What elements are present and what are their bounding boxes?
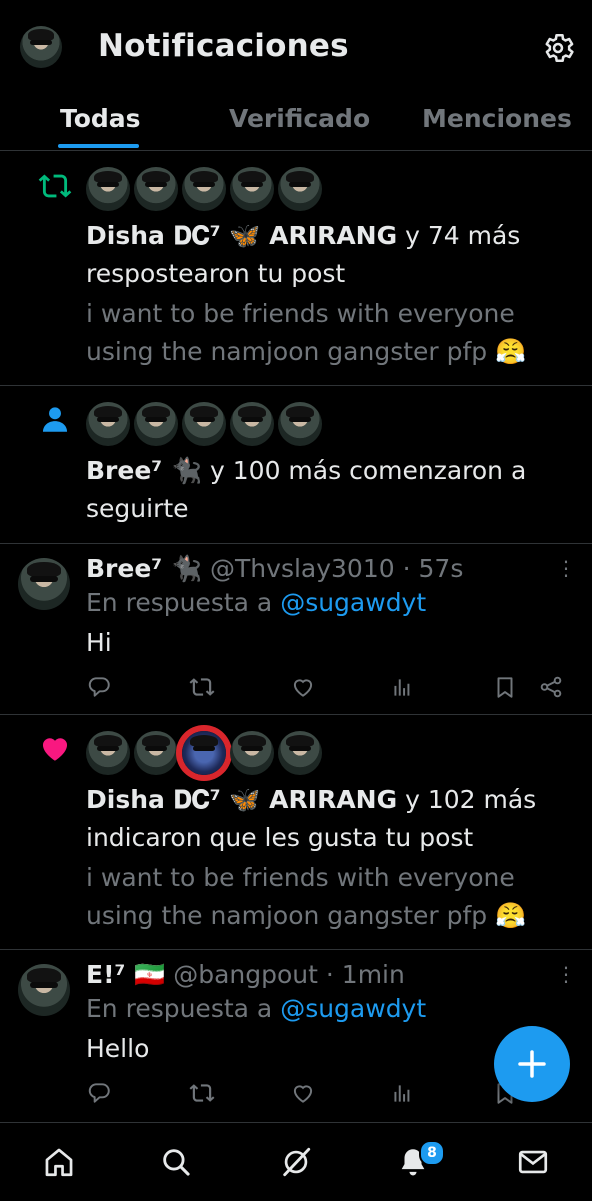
avatar[interactable] [182, 731, 226, 775]
tab-verificado[interactable]: Verificado [229, 104, 370, 133]
reply-post[interactable]: Bree⁷ 🐈‍⬛ @Thvslay3010 · 57s ⋮ En respue… [0, 544, 592, 715]
post-body: Hello [86, 1034, 150, 1063]
avatar[interactable] [134, 731, 178, 775]
author-handle[interactable]: @bangpout [173, 960, 318, 989]
avatar[interactable] [134, 167, 178, 211]
heart-icon [42, 738, 68, 761]
avatar[interactable] [278, 731, 322, 775]
others-count: y 102 más [397, 785, 537, 814]
avatar[interactable] [230, 167, 274, 211]
avatar[interactable] [230, 731, 274, 775]
notification-like[interactable]: Disha 𝐃𝐂⁷ 🦋 ARIRANG y 102 más indicaron … [0, 715, 592, 950]
avatar-row [86, 402, 326, 446]
mention-link[interactable]: @sugawdyt [280, 588, 426, 617]
views-icon[interactable] [390, 1080, 416, 1106]
home-icon[interactable] [42, 1145, 76, 1179]
reply-context: En respuesta a @sugawdyt [86, 994, 426, 1023]
reply-context: En respuesta a @sugawdyt [86, 588, 426, 617]
tab-todas[interactable]: Todas [60, 104, 141, 133]
post-preview[interactable]: i want to be friends with everyone using… [86, 295, 566, 371]
repost-icon[interactable] [189, 674, 215, 700]
action-text: respostearon tu post [86, 259, 346, 288]
avatar[interactable] [134, 402, 178, 446]
avatar-row [86, 167, 326, 211]
profile-avatar[interactable] [20, 26, 62, 68]
views-icon[interactable] [390, 674, 416, 700]
grok-icon[interactable] [279, 1145, 313, 1179]
avatar[interactable] [230, 402, 274, 446]
avatar[interactable] [278, 167, 322, 211]
notification-follow[interactable]: Bree⁷ 🐈‍⬛ y 100 más comenzaron a seguirt… [0, 386, 592, 544]
active-tab-indicator [58, 144, 139, 148]
reply-prefix: En respuesta a [86, 588, 281, 617]
user-names[interactable]: Disha 𝐃𝐂⁷ 🦋 ARIRANG [86, 221, 397, 250]
post-header: Bree⁷ 🐈‍⬛ @Thvslay3010 · 57s [86, 554, 463, 584]
person-icon [42, 407, 68, 432]
share-icon[interactable] [538, 674, 564, 700]
settings-gear-icon[interactable] [540, 30, 576, 66]
more-options-icon[interactable]: ⋮ [556, 556, 576, 580]
avatar[interactable] [86, 167, 130, 211]
mention-link[interactable]: @sugawdyt [280, 994, 426, 1023]
author-name[interactable]: Bree⁷ 🐈‍⬛ [86, 554, 202, 583]
post-header: E!⁷ 🇮🇷 @bangpout · 1min [86, 960, 405, 990]
repost-icon[interactable] [189, 1080, 215, 1106]
author-avatar[interactable] [18, 558, 70, 610]
top-bar: Notificaciones [0, 0, 592, 100]
user-names[interactable]: Bree⁷ 🐈‍⬛ [86, 456, 202, 485]
tab-menciones[interactable]: Menciones [422, 104, 572, 133]
reply-icon[interactable] [86, 674, 112, 700]
others-count: y 74 más [397, 221, 521, 250]
more-options-icon[interactable]: ⋮ [556, 962, 576, 986]
user-names[interactable]: Disha 𝐃𝐂⁷ 🦋 ARIRANG [86, 785, 397, 814]
author-avatar[interactable] [18, 964, 70, 1016]
reply-icon[interactable] [86, 1080, 112, 1106]
post-time: · 1min [325, 960, 405, 989]
action-text: indicaron que les gusta tu post [86, 823, 474, 852]
notification-text: Disha 𝐃𝐂⁷ 🦋 ARIRANG y 102 más indicaron … [86, 781, 566, 857]
like-icon[interactable] [290, 674, 316, 700]
plus-icon [518, 1050, 546, 1078]
notification-text: Disha 𝐃𝐂⁷ 🦋 ARIRANG y 74 más respostearo… [86, 217, 566, 293]
avatar[interactable] [182, 402, 226, 446]
repost-icon [38, 174, 72, 198]
bookmark-icon[interactable] [492, 674, 518, 700]
mail-icon[interactable] [516, 1145, 550, 1179]
avatar[interactable] [278, 402, 322, 446]
like-icon[interactable] [290, 1080, 316, 1106]
avatar[interactable] [86, 402, 130, 446]
search-icon[interactable] [159, 1145, 193, 1179]
post-body: Hi [86, 628, 112, 657]
notification-count-badge: 8 [419, 1140, 445, 1166]
post-preview[interactable]: i want to be friends with everyone using… [86, 859, 566, 935]
avatar[interactable] [182, 167, 226, 211]
page-title: Notificaciones [98, 28, 349, 64]
notification-repost[interactable]: Disha 𝐃𝐂⁷ 🦋 ARIRANG y 74 más respostearo… [0, 151, 592, 386]
bottom-navigation [0, 1122, 592, 1201]
reply-prefix: En respuesta a [86, 994, 281, 1023]
notification-text: Bree⁷ 🐈‍⬛ y 100 más comenzaron a seguirt… [86, 452, 566, 528]
author-name[interactable]: E!⁷ 🇮🇷 [86, 960, 165, 989]
avatar[interactable] [86, 731, 130, 775]
action-bar [86, 674, 566, 704]
post-time: · 57s [402, 554, 464, 583]
compose-post-button[interactable] [494, 1026, 570, 1102]
avatar-row [86, 731, 326, 775]
author-handle[interactable]: @Thvslay3010 [210, 554, 395, 583]
